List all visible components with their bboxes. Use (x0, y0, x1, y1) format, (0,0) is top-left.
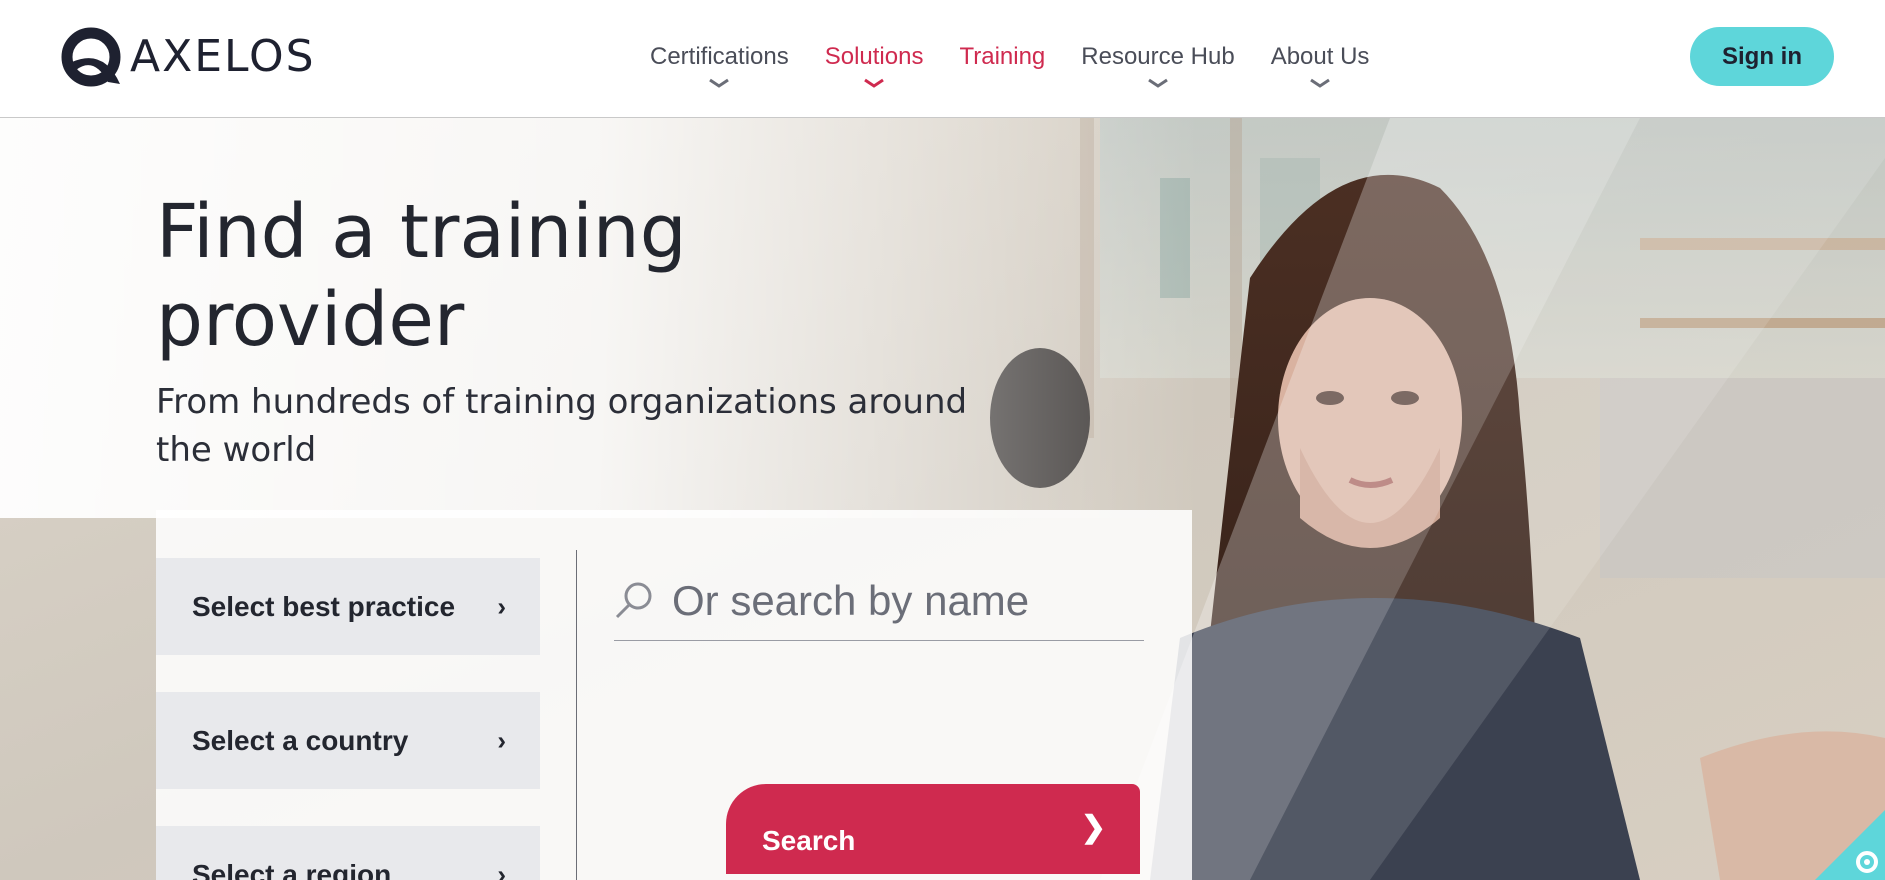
axelos-logo-mark-icon (61, 27, 121, 87)
nav-about-us[interactable]: About Us (1270, 40, 1370, 88)
search-by-name-field (614, 560, 1144, 641)
page-title-line-2: provider (156, 277, 465, 363)
page-subtitle: From hundreds of training organizations … (156, 378, 1056, 474)
sign-in-button[interactable]: Sign in (1690, 27, 1834, 86)
chevron-right-icon: ❯ (1080, 811, 1106, 844)
nav-resource-hub[interactable]: Resource Hub (1081, 40, 1235, 88)
main-nav: Certifications Solutions Training Resour… (650, 40, 1405, 88)
search-panel: Select best practice › Select a country … (156, 510, 1192, 880)
chevron-right-icon: › (497, 591, 506, 621)
site-header: AXELOS Certifications Solutions Training… (0, 0, 1885, 118)
search-button[interactable]: Search ❯ (726, 784, 1140, 874)
search-icon (615, 582, 652, 619)
chevron-right-icon: › (497, 725, 506, 755)
chevron-down-icon (1148, 78, 1168, 88)
nav-label: Solutions (824, 43, 924, 70)
hero-section: Find a training provider From hundreds o… (0, 118, 1885, 880)
page-subtitle-line-2: the world (156, 430, 317, 470)
chevron-right-icon: › (497, 859, 506, 880)
select-country-button[interactable]: Select a country › (156, 692, 540, 789)
chevron-down-icon (864, 78, 884, 88)
select-best-practice-label: Select best practice (192, 590, 456, 622)
page-title: Find a training provider (156, 188, 916, 364)
nav-label: About Us (1270, 43, 1370, 70)
chevron-down-icon (1310, 78, 1330, 88)
nav-label: Resource Hub (1081, 43, 1235, 70)
nav-label: Certifications (650, 43, 789, 70)
cookie-settings-gear-icon[interactable] (1815, 810, 1885, 880)
nav-label: Training (959, 43, 1046, 70)
chevron-down-icon (709, 78, 730, 88)
page-subtitle-line-1: From hundreds of training organizations … (156, 382, 968, 422)
select-country-label: Select a country (192, 724, 409, 756)
axelos-logo[interactable]: AXELOS (60, 26, 316, 88)
nav-solutions[interactable]: Solutions (824, 40, 924, 88)
select-region-button[interactable]: Select a region › (156, 826, 540, 880)
nav-certifications[interactable]: Certifications (650, 40, 789, 88)
logo-text: AXELOS (130, 31, 316, 82)
search-input[interactable] (670, 570, 1134, 632)
page-title-line-1: Find a training (156, 189, 687, 275)
panel-divider (576, 550, 577, 880)
select-best-practice-button[interactable]: Select best practice › (156, 558, 540, 655)
search-button-label: Search (762, 825, 856, 856)
nav-training[interactable]: Training (959, 40, 1045, 74)
select-region-label: Select a region (192, 858, 392, 880)
